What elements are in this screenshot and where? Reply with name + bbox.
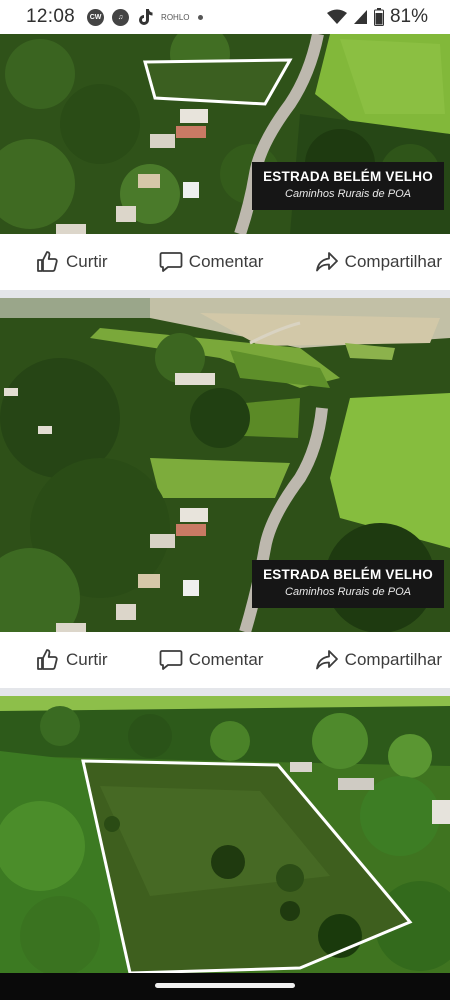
cw-app-icon: CW: [87, 8, 105, 26]
music-app-icon: ♫: [112, 8, 130, 26]
aerial-field-plot-image: [0, 696, 450, 973]
wifi-icon: [326, 9, 347, 24]
battery-percentage: 81%: [389, 6, 428, 27]
comment-button[interactable]: Comentar: [159, 648, 264, 672]
post-separator: [0, 290, 450, 298]
signal-icon: [353, 10, 367, 24]
caption-subtitle: Caminhos Rurais de POA: [285, 188, 411, 200]
post-2-action-bar: Curtir Comentar Compartilhar: [0, 632, 450, 688]
post-3-photo[interactable]: [0, 696, 450, 973]
share-button[interactable]: Compartilhar: [315, 648, 442, 672]
notification-text: ROHLO: [161, 12, 190, 22]
caption-subtitle: Caminhos Rurais de POA: [285, 586, 411, 598]
share-label: Compartilhar: [344, 650, 442, 669]
status-time: 12:08: [26, 6, 76, 27]
post-1-action-bar: Curtir Comentar Compartilhar: [0, 234, 450, 290]
comment-icon: [159, 252, 183, 272]
home-gesture-handle[interactable]: [155, 983, 295, 988]
notification-icons: CW ♫ ROHLO: [87, 8, 203, 26]
share-arrow-icon: [315, 650, 338, 670]
like-label: Curtir: [66, 650, 108, 669]
caption-title: ESTRADA BELÉM VELHO: [263, 169, 433, 184]
share-arrow-icon: [315, 252, 338, 272]
status-right: 81%: [326, 6, 428, 28]
post-separator: [0, 688, 450, 696]
notification-dot-icon: [197, 14, 203, 20]
battery-icon: [373, 8, 384, 26]
like-button[interactable]: Curtir: [36, 648, 108, 672]
share-button[interactable]: Compartilhar: [315, 250, 442, 274]
like-label: Curtir: [66, 252, 108, 271]
like-button[interactable]: Curtir: [36, 250, 108, 274]
caption-title: ESTRADA BELÉM VELHO: [263, 567, 433, 582]
comment-label: Comentar: [188, 252, 264, 271]
comment-icon: [159, 650, 183, 670]
navigation-bar: [0, 973, 450, 1000]
comment-label: Comentar: [188, 650, 264, 669]
share-label: Compartilhar: [344, 252, 442, 271]
tiktok-icon: [139, 9, 153, 25]
thumbs-up-icon: [37, 649, 58, 670]
status-bar: 12:08 CW ♫ ROHLO 81%: [0, 0, 450, 34]
thumbs-up-icon: [37, 251, 58, 272]
post-1-photo[interactable]: ESTRADA BELÉM VELHO Caminhos Rurais de P…: [0, 34, 450, 234]
post-1-caption: ESTRADA BELÉM VELHO Caminhos Rurais de P…: [252, 162, 444, 210]
post-2-photo[interactable]: ESTRADA BELÉM VELHO Caminhos Rurais de P…: [0, 298, 450, 632]
comment-button[interactable]: Comentar: [159, 250, 264, 274]
post-2-caption: ESTRADA BELÉM VELHO Caminhos Rurais de P…: [252, 560, 444, 608]
